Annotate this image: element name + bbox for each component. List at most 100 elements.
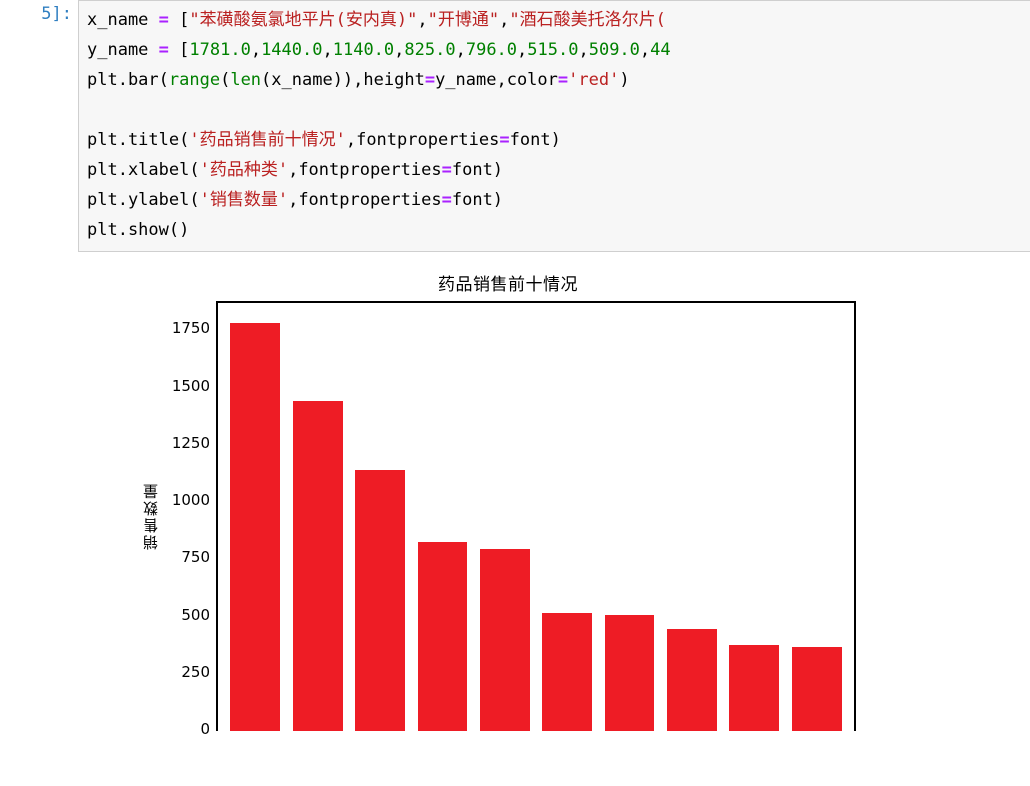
bar <box>792 647 842 731</box>
ytick-label: 750 <box>181 548 210 566</box>
cell-area: x_name = ["苯磺酸氨氯地平片(安内真)","开博通","酒石酸美托洛尔… <box>78 0 1030 731</box>
bar <box>667 629 717 731</box>
num-item: 1781.0 <box>189 40 250 60</box>
punct-comma: , <box>322 40 332 60</box>
str-2: "酒石酸美托洛尔片( <box>509 10 665 30</box>
fp1: ,fontproperties <box>346 130 500 150</box>
fv3: font) <box>452 190 503 210</box>
title-call: plt.title( <box>87 130 189 150</box>
ylabel-col: 销售数量 <box>138 301 164 731</box>
op-eq3: = <box>425 70 435 90</box>
op-eq: = <box>148 10 179 30</box>
num-item: 796.0 <box>466 40 517 60</box>
bar <box>230 323 280 731</box>
punct-comma: , <box>517 40 527 60</box>
punct-p1: ( <box>220 70 230 90</box>
code-line-1: x_name = ["苯磺酸氨氯地平片(安内真)","开博通","酒石酸美托洛尔… <box>87 5 1022 35</box>
kw-range: range <box>169 70 220 90</box>
yticks-col: 02505007501000125015001750 <box>164 301 216 731</box>
num-item: 825.0 <box>404 40 455 60</box>
code-line-6: plt.xlabel('药品种类',fontproperties=font) <box>87 155 1022 185</box>
ytick-label: 250 <box>181 663 210 681</box>
plot-frame <box>216 301 856 731</box>
bar <box>605 615 655 731</box>
ytick-mark <box>216 558 218 560</box>
ylabel-str: '销售数量' <box>200 190 288 210</box>
code-line-blank <box>87 95 1022 125</box>
code-line-8: plt.show() <box>87 215 1022 245</box>
op-eq2: = <box>148 40 179 60</box>
bar <box>293 401 343 731</box>
code-cell[interactable]: x_name = ["苯磺酸氨氯地平片(安内真)","开博通","酒石酸美托洛尔… <box>78 0 1030 252</box>
var-xname: x_name <box>87 10 148 30</box>
punct-comma: , <box>394 40 404 60</box>
bar <box>729 645 779 731</box>
ytick-label: 1750 <box>172 319 210 337</box>
title-str: '药品销售前十情况' <box>189 130 345 150</box>
punct-comma: , <box>578 40 588 60</box>
plot-col <box>216 301 878 731</box>
ylabel-call: plt.ylabel( <box>87 190 200 210</box>
bar <box>418 542 468 731</box>
num-item: 1440.0 <box>261 40 322 60</box>
num-item: 509.0 <box>589 40 640 60</box>
punct-c0: , <box>417 10 427 30</box>
str-red: 'red' <box>568 70 619 90</box>
ytick-label: 500 <box>181 606 210 624</box>
punct-c1: , <box>499 10 509 30</box>
fv1: font) <box>510 130 561 150</box>
bar <box>355 470 405 731</box>
prompt-label: 5]: <box>41 4 72 24</box>
str-1: "开博通" <box>428 10 499 30</box>
num-item: 515.0 <box>527 40 578 60</box>
str-0: "苯磺酸氨氯地平片(安内真)" <box>189 10 417 30</box>
punct-comma: , <box>456 40 466 60</box>
chart-body: 销售数量 02505007501000125015001750 <box>138 301 878 731</box>
ytick-label: 1000 <box>172 491 210 509</box>
bar-chart: 药品销售前十情况 销售数量 02505007501000125015001750 <box>138 270 878 731</box>
bar <box>542 613 592 731</box>
show-call: plt.show() <box>87 220 189 240</box>
ytick-mark <box>216 387 218 389</box>
punct-lbr: [ <box>179 10 189 30</box>
y-axis-label: 销售数量 <box>141 482 162 550</box>
bar-call-c: y_name,color <box>435 70 558 90</box>
code-line-3: plt.bar(range(len(x_name)),height=y_name… <box>87 65 1022 95</box>
ytick-label: 0 <box>200 720 210 738</box>
ytick-label: 1500 <box>172 377 210 395</box>
num-list: 1781.0,1440.0,1140.0,825.0,796.0,515.0,5… <box>189 40 670 60</box>
bar <box>480 549 530 731</box>
op-eq5: = <box>499 130 509 150</box>
kw-len: len <box>230 70 261 90</box>
ytick-mark <box>216 730 218 731</box>
op-eq7: = <box>442 190 452 210</box>
notebook-cell: 5]: x_name = ["苯磺酸氨氯地平片(安内真)","开博通","酒石酸… <box>0 0 1030 731</box>
bar-call-b: (x_name)),height <box>261 70 425 90</box>
fp2: ,fontproperties <box>288 160 442 180</box>
xlabel-call: plt.xlabel( <box>87 160 200 180</box>
punct-comma: , <box>640 40 650 60</box>
output-area: 药品销售前十情况 销售数量 02505007501000125015001750 <box>78 252 1030 731</box>
code-line-2: y_name = [1781.0,1440.0,1140.0,825.0,796… <box>87 35 1022 65</box>
ytick-mark <box>216 444 218 446</box>
ytick-mark <box>216 616 218 618</box>
punct-lbr2: [ <box>179 40 189 60</box>
code-line-5: plt.title('药品销售前十情况',fontproperties=font… <box>87 125 1022 155</box>
cell-prompt: 5]: <box>0 0 78 731</box>
fv2: font) <box>452 160 503 180</box>
var-yname: y_name <box>87 40 148 60</box>
ytick-mark <box>216 501 218 503</box>
punct-comma: , <box>251 40 261 60</box>
ytick-mark <box>216 673 218 675</box>
ytick-mark <box>216 329 218 331</box>
ytick-label: 1250 <box>172 434 210 452</box>
xlabel-str: '药品种类' <box>200 160 288 180</box>
punct-close1: ) <box>619 70 629 90</box>
num-item: 1140.0 <box>333 40 394 60</box>
chart-title: 药品销售前十情况 <box>138 270 878 295</box>
op-eq6: = <box>442 160 452 180</box>
num-item-tail: 44 <box>650 40 670 60</box>
fp3: ,fontproperties <box>288 190 442 210</box>
bar-call-a: plt.bar( <box>87 70 169 90</box>
op-eq4: = <box>558 70 568 90</box>
